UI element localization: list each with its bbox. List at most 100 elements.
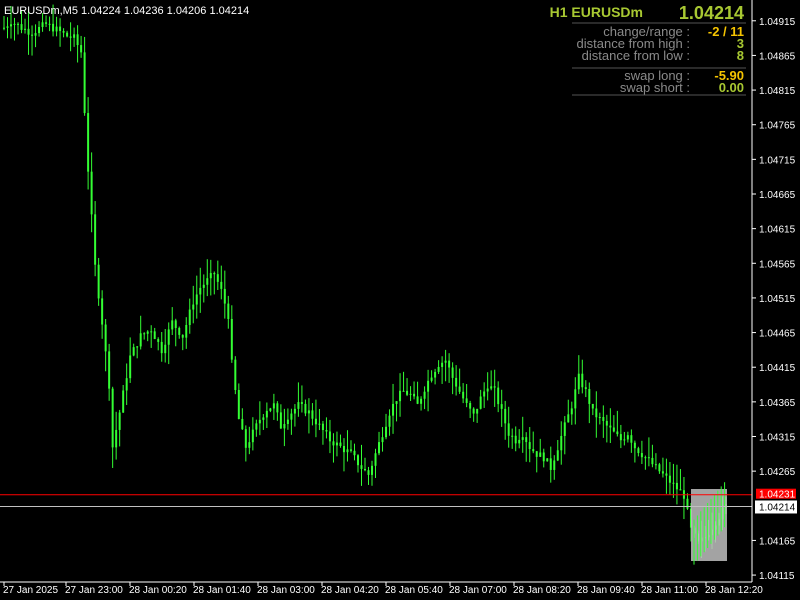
candle-body: [595, 408, 598, 418]
candle-body: [623, 439, 626, 441]
candle-body: [609, 425, 612, 428]
candle-body: [286, 419, 289, 425]
candle-body: [602, 417, 605, 421]
candle-body: [665, 473, 668, 476]
candle-body: [6, 26, 9, 28]
candle-body: [385, 426, 388, 438]
candle-body: [584, 387, 587, 389]
candle-body: [616, 431, 619, 435]
candle-body: [223, 288, 226, 304]
candle-body: [62, 31, 65, 33]
price-tick-label: 1.04515: [759, 294, 796, 305]
candle-body: [38, 26, 41, 34]
candle-body: [402, 390, 405, 392]
candle-body: [511, 435, 514, 437]
panel-row-value: 0.00: [719, 80, 744, 95]
time-tick-label: 28 Jan 12:20: [705, 585, 763, 596]
candle-body: [45, 22, 48, 24]
candle-body: [150, 331, 153, 333]
candle-body: [87, 113, 90, 172]
candle-body: [458, 386, 461, 392]
candle-body: [532, 449, 535, 452]
candle-body: [427, 380, 430, 392]
candle-body: [136, 346, 139, 348]
candle-body: [441, 362, 444, 367]
time-tick-label: 28 Jan 08:20: [513, 585, 571, 596]
candle-body: [605, 420, 608, 426]
candle-body: [465, 398, 468, 403]
candle-body: [514, 435, 517, 444]
candle-body: [248, 442, 251, 448]
candle-body: [304, 403, 307, 414]
candle-body: [469, 402, 472, 409]
candle-body: [164, 344, 167, 354]
candle-body: [230, 318, 233, 360]
candle-body: [423, 391, 426, 399]
candle-body: [392, 403, 395, 416]
candle-body: [153, 331, 156, 340]
candle-body: [553, 460, 556, 470]
candle-body: [66, 32, 69, 37]
price-tick-label: 1.04565: [759, 259, 796, 270]
candle-body: [297, 402, 300, 409]
candle-body: [476, 408, 479, 414]
candle-body: [518, 439, 521, 444]
candle-body: [241, 418, 244, 430]
price-tick-label: 1.04815: [759, 86, 796, 97]
panel-row-value: 8: [737, 48, 744, 63]
candle-body: [255, 423, 258, 430]
candle-body: [360, 465, 363, 469]
candle-body: [73, 34, 76, 38]
candle-body: [139, 333, 142, 347]
candle-body: [644, 457, 647, 459]
candle-body: [430, 377, 433, 381]
candle-body: [97, 264, 100, 299]
candle-body: [279, 412, 282, 429]
candle-body: [237, 389, 240, 419]
candle-body: [83, 52, 86, 114]
candle-body: [413, 393, 416, 397]
candle-body: [395, 401, 398, 404]
candle-body: [293, 408, 296, 414]
candle-body: [118, 412, 121, 430]
candle-body: [570, 408, 573, 415]
candle-body: [111, 388, 114, 448]
candle-body: [353, 450, 356, 456]
candle-body: [686, 498, 689, 509]
candle-body: [378, 442, 381, 454]
candle-body: [213, 273, 216, 275]
candle-body: [462, 391, 465, 399]
candle-body: [346, 449, 349, 453]
candle-body: [31, 34, 34, 36]
candle-body: [521, 437, 524, 440]
price-chart[interactable]: 1.04915 1.04865 1.04815 1.04765 1.04715 1.046…: [0, 0, 800, 600]
candle-body: [574, 389, 577, 409]
candle-body: [626, 435, 629, 440]
time-tick-label: 28 Jan 05:40: [385, 585, 443, 596]
time-tick-label: 28 Jan 11:00: [641, 585, 699, 596]
price-tick-label: 1.04665: [759, 190, 796, 201]
candle-body: [416, 396, 419, 404]
candle-body: [539, 452, 542, 457]
candle-body: [220, 281, 223, 289]
candle-body: [577, 373, 580, 390]
candle-body: [448, 360, 451, 368]
candle-body: [349, 449, 352, 451]
candle-body: [24, 28, 27, 30]
price-tick-label: 1.04465: [759, 329, 796, 340]
candle-body: [13, 23, 16, 25]
candle-body: [661, 471, 664, 474]
candle-body: [55, 26, 58, 32]
price-tick-label: 1.04365: [759, 398, 796, 409]
candle-body: [251, 429, 254, 443]
time-tick-label: 28 Jan 07:00: [449, 585, 507, 596]
candle-body: [20, 24, 23, 30]
time-tick-label: 28 Jan 00:20: [129, 585, 187, 596]
candle-body: [335, 442, 338, 446]
candle-body: [300, 402, 303, 404]
candle-body: [497, 387, 500, 405]
candle-body: [185, 324, 188, 338]
candle-body: [276, 403, 279, 413]
time-tick-label: 28 Jan 01:40: [193, 585, 251, 596]
candle-body: [388, 415, 391, 427]
